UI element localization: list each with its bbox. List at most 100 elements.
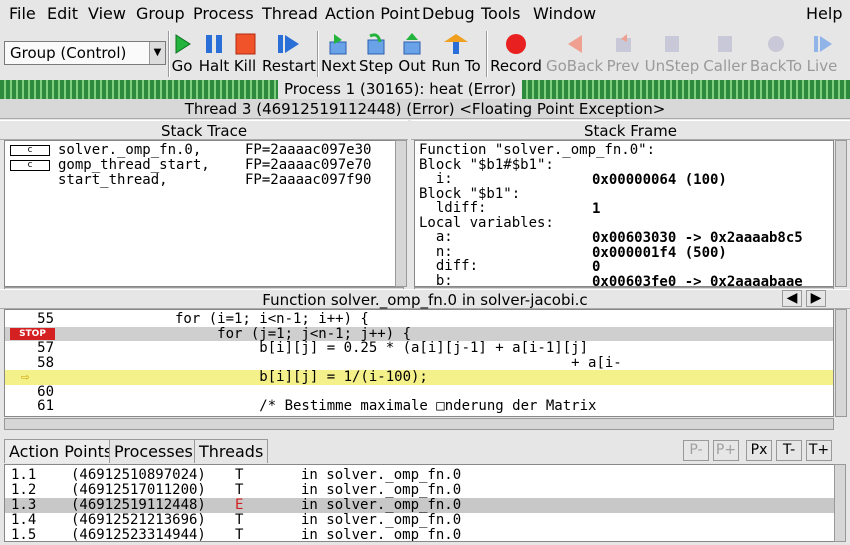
thread-id: 1.1 (11, 467, 37, 483)
step-button[interactable]: Step (359, 32, 393, 76)
goback-button[interactable]: GoBack (546, 32, 603, 76)
source-code: + a[i- (57, 354, 622, 371)
record-icon (506, 34, 526, 54)
thread-row[interactable]: 1.1 (46912510897024) Tin solver._omp_fn.0 (5, 468, 835, 483)
stack-frame-label: diff: (419, 258, 479, 274)
thread-tid: (46912521213696) (71, 512, 206, 528)
t-minus-button[interactable]: T- (776, 440, 802, 461)
line-number[interactable]: 57 (9, 341, 54, 356)
source-expand-button[interactable]: ▶ (806, 290, 826, 307)
out-icon (403, 33, 421, 55)
stack-frame-value[interactable]: 1 (592, 201, 600, 217)
source-hscrollbar[interactable] (4, 418, 834, 430)
source-code: for (j=1; j<n-1; j++) { (57, 325, 412, 342)
t-plus-button[interactable]: T+ (806, 440, 832, 461)
thread-loc: in solver._omp_fn.0 (301, 497, 462, 513)
p-minus-button[interactable]: P- (683, 440, 709, 461)
stop-breakpoint-icon[interactable]: STOP (10, 327, 55, 340)
stack-trace-row[interactable]: c gomp_thread_start, FP=2aaaac097e70 (5, 158, 403, 173)
process-status-bar: Process 1 (30165): heat (Error) (0, 80, 850, 99)
restart-icon (278, 35, 299, 53)
source-line[interactable]: 60 (5, 384, 833, 400)
line-number[interactable]: 55 (9, 312, 54, 327)
px-button[interactable]: Px (746, 440, 772, 461)
line-number[interactable]: 61 (9, 399, 54, 414)
source-collapse-button[interactable]: ◀ (782, 290, 802, 307)
stack-trace-row[interactable]: start_thread, FP=2aaaac097f90 (5, 172, 403, 188)
menu-help[interactable]: Help (806, 4, 842, 23)
thread-row[interactable]: 1.4 (46912521213696) Tin solver._omp_fn.0 (5, 513, 835, 528)
unstep-icon (665, 36, 679, 52)
source-code: /* Bestimme maximale □nderung der Matrix (57, 398, 597, 414)
menu-action-point[interactable]: Action Point (325, 4, 420, 23)
tab-action-points[interactable]: Action Points (4, 439, 118, 463)
p-plus-button[interactable]: P+ (713, 440, 739, 461)
menu-file[interactable]: File (9, 4, 36, 23)
thread-tid: (46912517011200) (71, 482, 206, 498)
menu-debug[interactable]: Debug (422, 4, 475, 23)
line-number[interactable]: 58 (9, 355, 54, 371)
restart-button[interactable]: Restart (262, 32, 316, 76)
thread-row[interactable]: 1.2 (46912517011200) Tin solver._omp_fn.0 (5, 483, 835, 498)
caller-icon (718, 36, 732, 52)
backto-icon (768, 36, 784, 52)
out-button[interactable]: Out (397, 32, 427, 76)
stack-trace-function: solver._omp_fn.0, (58, 142, 202, 158)
threads-scrollbar[interactable] (834, 464, 846, 542)
thread-row[interactable]: 1.5 (46912523314944) Tin solver._omp_fn.0 (5, 528, 835, 542)
next-button[interactable]: Next (321, 32, 356, 76)
thread-row[interactable]: 1.3 (46912519112448) Ein solver._omp_fn.0 (5, 498, 835, 513)
prev-button[interactable]: Prev (606, 32, 640, 76)
unstep-button[interactable]: UnStep (644, 32, 700, 76)
stack-frame-value[interactable]: 0x00000064 (100) (592, 172, 727, 188)
stack-frame-value[interactable]: 0x00603fe0 -> 0x2aaaabaae (592, 274, 803, 287)
source-line[interactable]: STOP for (j=1; j<n-1; j++) { (5, 325, 833, 342)
thread-tid: (46912523314944) (71, 527, 206, 542)
lang-badge: c (10, 160, 50, 171)
menu-thread[interactable]: Thread (262, 4, 318, 23)
stack-frame-label: b: (419, 272, 453, 287)
source-line[interactable]: 57 b[i][j] = 0.25 * (a[i][j-1] + a[i-1][… (5, 341, 833, 356)
menu-bar: File Edit View Group Process Thread Acti… (0, 0, 850, 28)
thread-state: T (235, 512, 244, 528)
source-line[interactable]: 55 for (i=1; i<n-1; i++) { (5, 312, 833, 327)
run-to-button[interactable]: Run To (430, 32, 482, 76)
source-line[interactable]: ⇨ b[i][j] = 1/(i-100); (5, 370, 833, 385)
menu-tools[interactable]: Tools (481, 4, 520, 23)
stack-trace-function: start_thread, (58, 172, 168, 188)
backto-button[interactable]: BackTo (749, 32, 803, 76)
tab-threads[interactable]: Threads (194, 439, 269, 463)
stack-trace-row[interactable]: c solver._omp_fn.0, FP=2aaaac097e30 (5, 142, 403, 158)
record-button[interactable]: Record (490, 32, 542, 76)
stack-trace-fp: FP=2aaaac097e30 (245, 142, 372, 158)
live-icon (814, 36, 832, 52)
tab-processes[interactable]: Processes (109, 439, 198, 463)
stack-frame-value[interactable]: 0x000001f4 (500) (592, 245, 727, 261)
source-line[interactable]: 58 + a[i- (5, 354, 833, 371)
live-button[interactable]: Live (806, 32, 838, 76)
kill-button[interactable]: Kill (233, 32, 257, 76)
menu-group[interactable]: Group (136, 4, 185, 23)
prev-icon (616, 34, 631, 52)
caller-button[interactable]: Caller (703, 32, 747, 76)
chevron-down-icon[interactable]: ▼ (149, 42, 165, 64)
stack-frame-label: Block "$b1#$b1": (419, 156, 554, 173)
stack-frame-scrollbar[interactable] (835, 140, 847, 287)
stack-frame-label: i: (419, 171, 453, 187)
halt-button[interactable]: Halt (198, 32, 230, 76)
stack-trace-panel: c solver._omp_fn.0, FP=2aaaac097e30 c go… (4, 140, 404, 287)
go-button[interactable]: Go (170, 32, 194, 76)
menu-window[interactable]: Window (533, 4, 596, 23)
menu-view[interactable]: View (88, 4, 126, 23)
line-number[interactable]: 60 (9, 384, 54, 400)
stack-frame-label: n: (419, 243, 453, 260)
source-scrollbar[interactable] (835, 309, 847, 417)
menu-edit[interactable]: Edit (47, 4, 78, 23)
menu-process[interactable]: Process (193, 4, 254, 23)
source-line[interactable]: 61 /* Bestimme maximale □nderung der Mat… (5, 398, 833, 414)
stack-frame-label: ldiff: (419, 200, 487, 216)
group-select[interactable]: Group (Control) ▼ (4, 41, 166, 65)
source-panel: 55 for (i=1; i<n-1; i++) {STOP for (j=1;… (4, 309, 834, 417)
stack-trace-scrollbar[interactable] (395, 140, 407, 287)
thread-loc: in solver._omp_fn.0 (301, 527, 462, 542)
